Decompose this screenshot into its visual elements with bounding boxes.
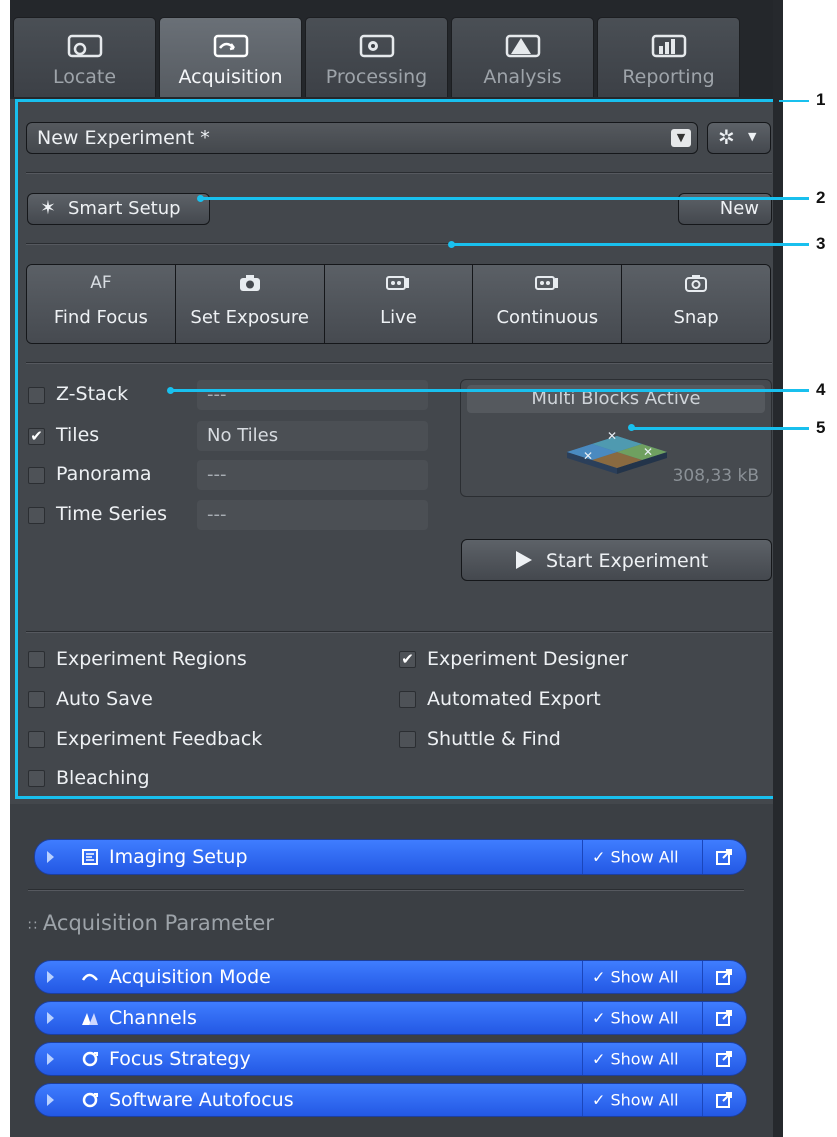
imaging-setup-bar[interactable]: Imaging Setup ✓ Show All xyxy=(34,839,747,875)
divider xyxy=(582,1002,583,1034)
callout-1: 1 xyxy=(816,90,826,109)
divider xyxy=(702,840,703,874)
channels-label: Channels xyxy=(109,1007,197,1029)
divider xyxy=(582,840,583,874)
acquisition-parameter-label: Acquisition Parameter xyxy=(42,911,274,935)
scroll-edge xyxy=(773,0,783,1137)
tab-label: Locate xyxy=(52,66,117,88)
software-autofocus-icon xyxy=(82,1092,98,1108)
callout-line-3 xyxy=(452,243,809,246)
analysis-icon xyxy=(505,34,540,58)
tab-acquisition[interactable]: Acquisition xyxy=(159,17,302,97)
show-all-toggle[interactable]: ✓ Show All xyxy=(592,1091,679,1110)
divider xyxy=(582,961,583,993)
focus-strategy-icon xyxy=(82,1051,98,1067)
channels-bar[interactable]: Channels ✓ Show All xyxy=(34,1001,747,1035)
channels-icon xyxy=(82,1013,98,1025)
show-all-label: Show All xyxy=(610,967,679,987)
locate-icon xyxy=(67,34,102,58)
acquisition-mode-label: Acquisition Mode xyxy=(109,966,271,988)
acquisition-app: Locate Acquisition Processing Analysis R… xyxy=(10,0,783,1137)
undock-icon[interactable] xyxy=(715,1009,733,1027)
divider xyxy=(28,889,744,891)
expand-arrow-icon[interactable] xyxy=(47,851,54,863)
show-all-label: Show All xyxy=(610,1090,679,1110)
tab-reporting[interactable]: Reporting xyxy=(597,17,740,97)
tab-label: Analysis xyxy=(483,66,562,88)
show-all-label: Show All xyxy=(610,847,679,867)
software-autofocus-bar[interactable]: Software Autofocus ✓ Show All xyxy=(34,1083,747,1117)
show-all-toggle[interactable]: ✓ Show All xyxy=(592,848,679,867)
expand-arrow-icon[interactable] xyxy=(47,1053,54,1065)
callout-3: 3 xyxy=(816,234,826,253)
tab-label: Reporting xyxy=(622,66,715,88)
imaging-setup-label: Imaging Setup xyxy=(109,846,248,868)
callout-line-4 xyxy=(171,389,809,392)
show-all-toggle[interactable]: ✓ Show All xyxy=(592,968,679,987)
callout-5: 5 xyxy=(816,418,826,437)
expand-arrow-icon[interactable] xyxy=(47,971,54,983)
expand-arrow-icon[interactable] xyxy=(47,1012,54,1024)
tab-label: Acquisition xyxy=(178,66,283,88)
divider xyxy=(702,1043,703,1075)
expand-arrow-icon[interactable] xyxy=(47,1094,54,1106)
tab-processing[interactable]: Processing xyxy=(305,17,448,97)
acquisition-icon xyxy=(213,34,248,58)
show-all-toggle[interactable]: ✓ Show All xyxy=(592,1050,679,1069)
undock-icon[interactable] xyxy=(715,1050,733,1068)
divider xyxy=(582,1084,583,1116)
callout-line-2 xyxy=(201,197,809,200)
reporting-icon xyxy=(651,34,686,58)
show-all-label: Show All xyxy=(610,1008,679,1028)
divider xyxy=(702,1084,703,1116)
divider xyxy=(582,1043,583,1075)
drag-handle-icon: ∷ xyxy=(28,918,37,934)
tab-bar: Locate Acquisition Processing Analysis R… xyxy=(10,0,783,99)
acquisition-mode-bar[interactable]: Acquisition Mode ✓ Show All xyxy=(34,960,747,994)
tab-label: Processing xyxy=(325,66,428,88)
show-all-label: Show All xyxy=(610,1049,679,1069)
software-autofocus-label: Software Autofocus xyxy=(109,1089,294,1111)
show-all-toggle[interactable]: ✓ Show All xyxy=(592,1009,679,1028)
undock-icon[interactable] xyxy=(715,1091,733,1109)
focus-strategy-label: Focus Strategy xyxy=(109,1048,251,1070)
undock-icon[interactable] xyxy=(715,848,733,866)
divider xyxy=(702,1002,703,1034)
acquisition-parameter-heading: ∷ Acquisition Parameter xyxy=(28,911,274,935)
focus-strategy-bar[interactable]: Focus Strategy ✓ Show All xyxy=(34,1042,747,1076)
callout-2: 2 xyxy=(816,188,826,207)
acquisition-mode-icon xyxy=(81,973,98,981)
highlight-frame xyxy=(15,99,779,799)
imaging-setup-icon xyxy=(82,849,98,865)
tab-analysis[interactable]: Analysis xyxy=(451,17,594,97)
callout-4: 4 xyxy=(816,380,826,399)
callout-line-1 xyxy=(779,100,809,102)
processing-icon xyxy=(359,34,394,58)
undock-icon[interactable] xyxy=(715,968,733,986)
divider xyxy=(702,961,703,993)
callout-line-5 xyxy=(632,427,809,430)
tab-locate[interactable]: Locate xyxy=(13,17,156,97)
